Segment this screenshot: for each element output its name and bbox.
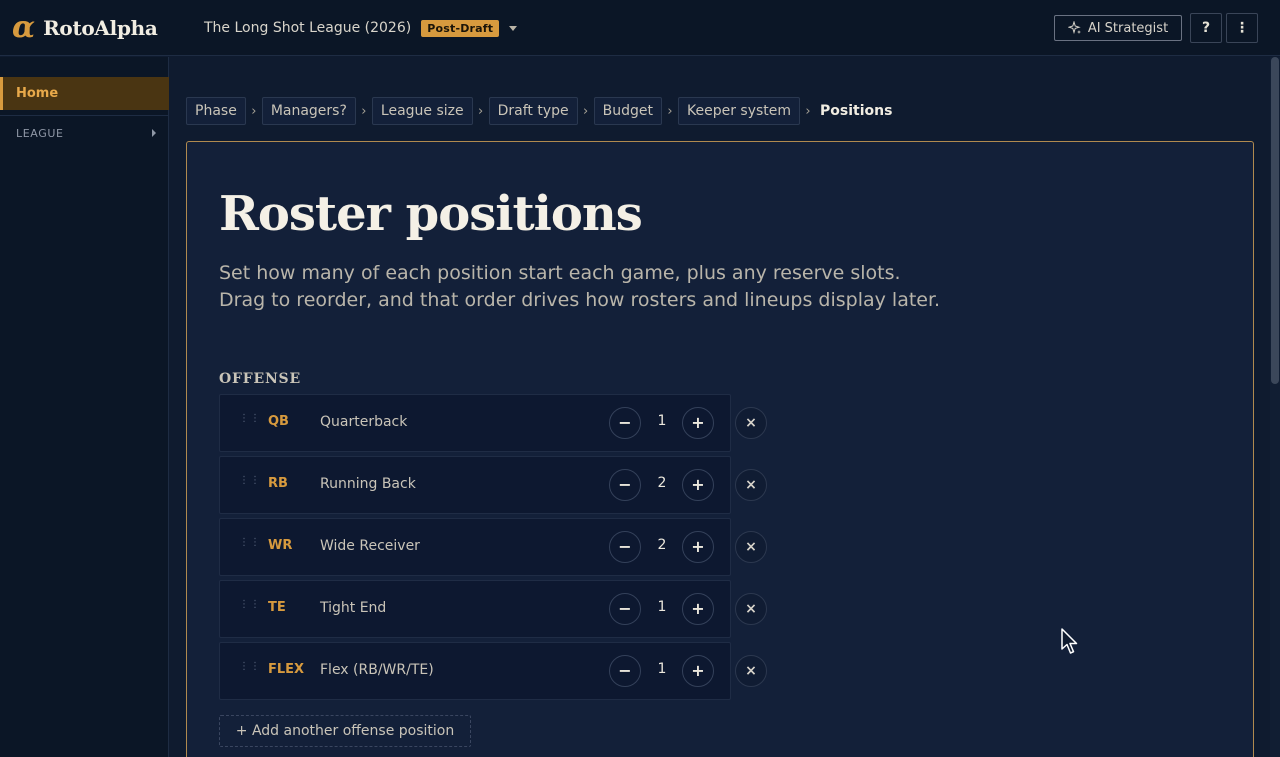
breadcrumb-separator: › xyxy=(478,103,484,119)
remove-wr-button[interactable]: × xyxy=(735,531,767,563)
position-count: 2 xyxy=(657,475,667,491)
breadcrumb-draft-type[interactable]: Draft type xyxy=(488,97,578,125)
alpha-logo-icon: α xyxy=(12,10,36,45)
breadcrumb-phase[interactable]: Phase xyxy=(186,97,246,125)
phase-badge: Post-Draft xyxy=(421,19,500,37)
scrollbar-thumb[interactable] xyxy=(1271,57,1279,384)
breadcrumb: Phase › Managers? › League size › Draft … xyxy=(186,97,896,125)
remove-te-button[interactable]: × xyxy=(735,593,767,625)
more-menu-button[interactable]: ⋮ xyxy=(1226,13,1258,43)
drag-handle-icon[interactable]: ⋮⋮ xyxy=(239,476,260,491)
sidebar-item-home[interactable]: Home xyxy=(0,77,169,110)
remove-flex-button[interactable]: × xyxy=(735,655,767,687)
ai-strategist-button[interactable]: AI Strategist xyxy=(1054,15,1182,41)
position-count: 1 xyxy=(657,599,667,615)
chevron-down-icon xyxy=(509,25,518,31)
page-title: Roster positions xyxy=(219,186,643,242)
page-description: Set how many of each position start each… xyxy=(219,262,941,311)
decrement-button[interactable]: − xyxy=(609,407,641,439)
position-abbr: TE xyxy=(268,600,286,615)
position-name: Tight End xyxy=(320,600,387,616)
sparkle-icon xyxy=(1067,21,1081,35)
position-row-te[interactable]: ⋮⋮ TE Tight End − 1 + xyxy=(219,580,731,638)
league-name: The Long Shot League (2026) xyxy=(204,20,412,36)
app-logo[interactable]: α RotoAlpha xyxy=(12,12,158,44)
sidebar-section-league[interactable]: LEAGUE xyxy=(16,125,156,141)
breadcrumb-league-size[interactable]: League size xyxy=(371,97,473,125)
sidebar-item-label: Home xyxy=(16,86,59,101)
position-count: 2 xyxy=(657,537,667,553)
breadcrumb-current: Positions xyxy=(820,103,893,119)
remove-rb-button[interactable]: × xyxy=(735,469,767,501)
app-name: RotoAlpha xyxy=(43,16,158,40)
position-name: Wide Receiver xyxy=(320,538,420,554)
drag-handle-icon[interactable]: ⋮⋮ xyxy=(239,600,260,615)
position-name: Quarterback xyxy=(320,414,408,430)
breadcrumb-keeper-system[interactable]: Keeper system xyxy=(678,97,801,125)
breadcrumb-separator: › xyxy=(251,103,257,119)
decrement-button[interactable]: − xyxy=(609,655,641,687)
decrement-button[interactable]: − xyxy=(609,531,641,563)
position-abbr: QB xyxy=(268,414,289,429)
position-row-qb[interactable]: ⋮⋮ QB Quarterback − 1 + xyxy=(219,394,731,452)
position-name: Running Back xyxy=(320,476,416,492)
position-row-wr[interactable]: ⋮⋮ WR Wide Receiver − 2 + xyxy=(219,518,731,576)
increment-button[interactable]: + xyxy=(682,407,714,439)
drag-handle-icon[interactable]: ⋮⋮ xyxy=(239,414,260,429)
drag-handle-icon[interactable]: ⋮⋮ xyxy=(239,662,260,677)
chevron-right-icon xyxy=(152,129,156,137)
breadcrumb-separator: › xyxy=(361,103,367,119)
scrollbar[interactable] xyxy=(1270,57,1280,757)
sidebar-divider xyxy=(0,115,169,116)
ai-strategist-label: AI Strategist xyxy=(1087,20,1169,36)
top-bar: α RotoAlpha The Long Shot League (2026) … xyxy=(0,0,1280,56)
league-switcher[interactable]: The Long Shot League (2026) Post-Draft xyxy=(204,16,518,40)
breadcrumb-managers[interactable]: Managers? xyxy=(261,97,356,125)
increment-button[interactable]: + xyxy=(682,655,714,687)
decrement-button[interactable]: − xyxy=(609,469,641,501)
increment-button[interactable]: + xyxy=(682,469,714,501)
position-abbr: RB xyxy=(268,476,288,491)
section-heading-offense: OFFENSE xyxy=(219,371,301,387)
remove-qb-button[interactable]: × xyxy=(735,407,767,439)
positions-card: Roster positions Set how many of each po… xyxy=(186,141,1254,757)
add-offense-position-button[interactable]: + Add another offense position xyxy=(219,715,471,747)
position-abbr: WR xyxy=(268,538,293,553)
breadcrumb-separator: › xyxy=(667,103,673,119)
position-row-rb[interactable]: ⋮⋮ RB Running Back − 2 + xyxy=(219,456,731,514)
mouse-cursor-icon xyxy=(1061,628,1078,654)
position-count: 1 xyxy=(657,661,667,677)
position-count: 1 xyxy=(657,413,667,429)
position-row-flex[interactable]: ⋮⋮ FLEX Flex (RB/WR/TE) − 1 + xyxy=(219,642,731,700)
breadcrumb-separator: › xyxy=(805,103,811,119)
drag-handle-icon[interactable]: ⋮⋮ xyxy=(239,538,260,553)
sidebar: Home LEAGUE xyxy=(0,57,169,757)
sidebar-section-label: LEAGUE xyxy=(16,126,64,140)
position-abbr: FLEX xyxy=(268,662,305,677)
breadcrumb-budget[interactable]: Budget xyxy=(593,97,662,125)
breadcrumb-separator: › xyxy=(583,103,589,119)
help-button[interactable]: ? xyxy=(1190,13,1222,43)
decrement-button[interactable]: − xyxy=(609,593,641,625)
more-vertical-icon: ⋮ xyxy=(1235,20,1249,36)
increment-button[interactable]: + xyxy=(682,531,714,563)
help-icon: ? xyxy=(1201,20,1211,36)
position-name: Flex (RB/WR/TE) xyxy=(320,662,434,678)
increment-button[interactable]: + xyxy=(682,593,714,625)
